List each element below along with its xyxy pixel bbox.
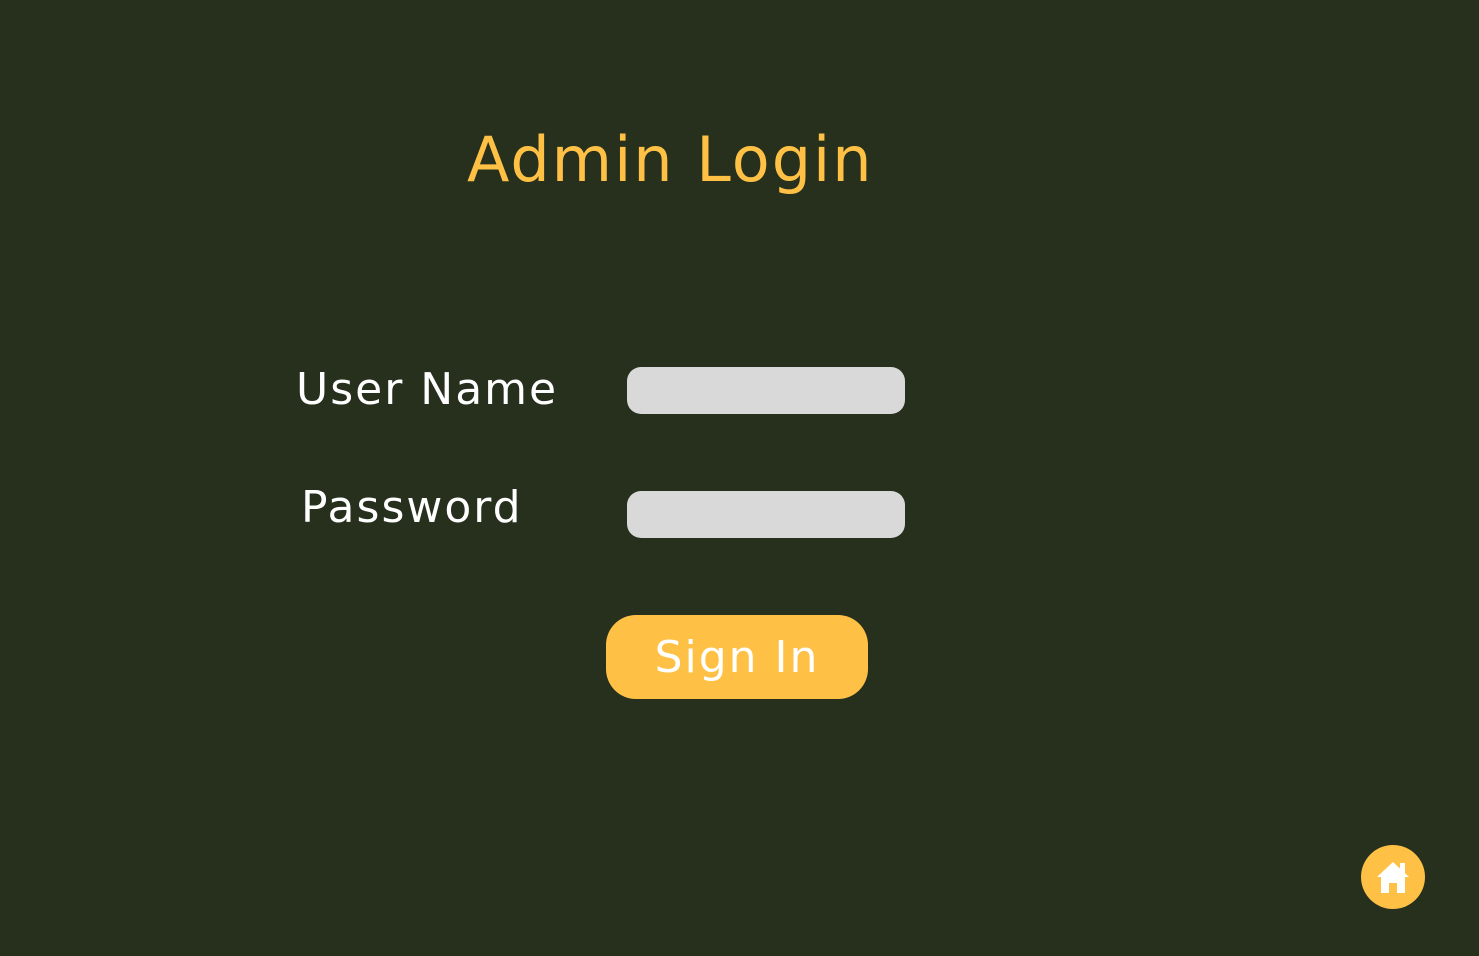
sign-in-button[interactable]: Sign In (606, 615, 868, 699)
password-label: Password (301, 482, 523, 533)
password-input[interactable] (627, 491, 905, 538)
username-label: User Name (296, 364, 559, 415)
home-button[interactable] (1361, 845, 1425, 909)
home-icon (1375, 860, 1411, 894)
page-title: Admin Login (467, 123, 874, 196)
username-input[interactable] (627, 367, 905, 414)
